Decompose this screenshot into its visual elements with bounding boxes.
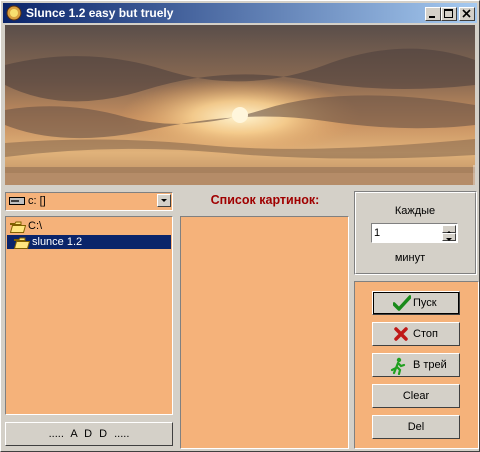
hard-drive-icon xyxy=(9,197,25,205)
tray-button[interactable]: В трей xyxy=(372,353,460,377)
drive-dropdown-button[interactable] xyxy=(157,194,171,207)
close-button[interactable] xyxy=(459,7,475,21)
directory-tree[interactable]: C:\ slunce 1.2 xyxy=(5,216,173,415)
sunset-banner xyxy=(5,25,475,185)
minimize-button[interactable] xyxy=(425,7,441,21)
x-icon xyxy=(394,327,408,341)
picture-list-title: Список картинок: xyxy=(210,193,320,207)
dir-item-label: slunce 1.2 xyxy=(32,236,83,248)
title-bar[interactable]: Slunce 1.2 easy but truely xyxy=(3,3,477,23)
picture-list[interactable] xyxy=(180,216,349,449)
interval-unit-label: минут xyxy=(394,252,426,264)
drive-select-value: c: [] xyxy=(28,195,46,207)
maximize-button[interactable] xyxy=(441,7,457,21)
folder-open-icon xyxy=(10,221,26,233)
chevron-down-icon xyxy=(446,238,452,241)
sunset-photo xyxy=(5,25,475,185)
start-button[interactable]: Пуск xyxy=(372,291,460,315)
del-button[interactable]: Del xyxy=(372,415,460,439)
window-title: Slunce 1.2 easy but truely xyxy=(26,6,174,20)
folder-open-icon xyxy=(14,237,30,249)
interval-input[interactable] xyxy=(374,226,440,240)
maximize-icon xyxy=(444,9,453,18)
clear-button[interactable]: Clear xyxy=(372,384,460,408)
interval-stepper[interactable] xyxy=(371,223,458,243)
app-window: Slunce 1.2 easy but truely c: [] C:\ slu… xyxy=(0,0,480,452)
tray-button-label: В трей xyxy=(413,359,447,371)
drive-select[interactable]: c: [] xyxy=(5,192,173,211)
stop-button[interactable]: Стоп xyxy=(372,322,460,346)
running-man-icon xyxy=(390,357,406,375)
app-icon xyxy=(6,5,22,21)
interval-label: Каждые xyxy=(394,205,436,217)
stepper-up-button[interactable] xyxy=(442,225,456,234)
close-icon xyxy=(462,9,471,18)
stop-button-label: Стоп xyxy=(413,328,438,340)
stepper-down-button[interactable] xyxy=(442,233,456,241)
chevron-down-icon xyxy=(161,199,167,202)
dir-item-label: C:\ xyxy=(28,220,43,232)
start-button-label: Пуск xyxy=(413,297,437,309)
copyright-watermark xyxy=(473,165,475,185)
file-filter-button[interactable]: ..... A D D ..... xyxy=(5,422,173,446)
checkmark-icon xyxy=(393,295,411,311)
minimize-icon xyxy=(429,16,435,18)
